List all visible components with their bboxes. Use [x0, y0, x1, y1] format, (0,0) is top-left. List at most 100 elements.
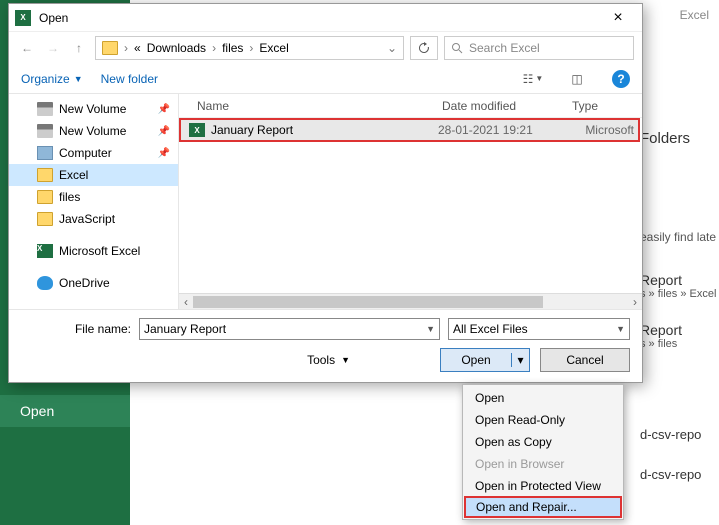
crumb-downloads[interactable]: Downloads	[147, 41, 206, 55]
cancel-button[interactable]: Cancel	[540, 348, 630, 372]
dialog-titlebar: X Open ×	[9, 4, 642, 32]
breadcrumb-bar[interactable]: › « Downloads › files › Excel ⌄	[95, 36, 404, 60]
pin-icon: 📌	[158, 104, 170, 115]
col-type[interactable]: Type	[572, 99, 642, 113]
filename-input[interactable]: January Report ▼	[139, 318, 440, 340]
drive-icon	[37, 124, 53, 138]
back-button[interactable]: ←	[17, 41, 37, 55]
file-name: January Report	[211, 123, 293, 137]
folder-icon	[37, 168, 53, 182]
crumb-excel[interactable]: Excel	[259, 41, 288, 55]
tree-item-computer[interactable]: Computer 📌	[9, 142, 178, 164]
horizontal-scrollbar[interactable]: ‹ ›	[179, 293, 642, 309]
bg-heading-folders: Folders	[640, 130, 690, 147]
chevron-down-icon[interactable]: ▼	[426, 324, 435, 334]
bg-heading-report1: Report	[640, 272, 682, 288]
excel-title: Excel	[680, 8, 709, 22]
new-folder-button[interactable]: New folder	[101, 72, 158, 86]
crumb-files[interactable]: files	[222, 41, 243, 55]
onedrive-icon	[37, 276, 53, 290]
col-date[interactable]: Date modified	[442, 99, 572, 113]
excel-icon: X	[15, 10, 31, 26]
file-type: Microsoft	[568, 123, 638, 137]
refresh-icon	[418, 42, 430, 54]
up-button[interactable]: ↑	[69, 41, 89, 55]
pin-icon: 📌	[158, 148, 170, 159]
bg-path-report1: s » files » Excel	[640, 288, 716, 300]
folder-icon	[37, 212, 53, 226]
close-button[interactable]: ×	[600, 9, 636, 27]
open-dropdown-menu: OpenOpen Read-OnlyOpen as CopyOpen in Br…	[462, 384, 624, 520]
chevron-down-icon: ▼	[616, 324, 625, 334]
dialog-body: New Volume 📌 New Volume 📌 Computer 📌 Excel file…	[9, 94, 642, 310]
menu-item-open-in-protected-view[interactable]: Open in Protected View	[465, 475, 621, 497]
tree-item-onedrive[interactable]: OneDrive	[9, 272, 178, 294]
search-placeholder: Search Excel	[469, 41, 540, 55]
folder-tree: New Volume 📌 New Volume 📌 Computer 📌 Excel file…	[9, 94, 179, 309]
col-name[interactable]: Name	[179, 99, 442, 113]
tree-item-label: files	[59, 190, 80, 204]
folder-icon	[102, 41, 118, 55]
bg-csv-2: d-csv-repo	[640, 467, 701, 482]
file-filter-select[interactable]: All Excel Files ▼	[448, 318, 630, 340]
file-row-january-report[interactable]: X January Report 28-01-2021 19:21 Micros…	[179, 118, 640, 142]
tree-item-new-volume[interactable]: New Volume 📌	[9, 98, 178, 120]
dialog-bottom: File name: January Report ▼ All Excel Fi…	[9, 310, 642, 382]
open-split-button[interactable]: Open ▾	[440, 348, 530, 372]
xl-icon: X	[37, 244, 53, 258]
tree-item-new-volume[interactable]: New Volume 📌	[9, 120, 178, 142]
file-list-pane: Name Date modified Type X January Report…	[179, 94, 642, 309]
tree-item-label: Excel	[59, 168, 88, 182]
chevron-down-icon: ▼	[341, 355, 350, 365]
file-date: 28-01-2021 19:21	[438, 123, 568, 137]
bg-csv-1: d-csv-repo	[640, 427, 701, 442]
bg-path-report2: s » files	[640, 338, 677, 350]
organize-menu[interactable]: Organize▼	[21, 72, 83, 86]
tree-item-microsoft-excel[interactable]: X Microsoft Excel	[9, 240, 178, 262]
search-input[interactable]: Search Excel	[444, 36, 634, 60]
tree-item-javascript[interactable]: JavaScript	[9, 208, 178, 230]
scroll-left-icon[interactable]: ‹	[179, 294, 193, 310]
menu-item-open-and-repair[interactable]: Open and Repair...	[464, 496, 622, 518]
scroll-thumb[interactable]	[193, 296, 543, 308]
chevron-icon: ›	[249, 41, 253, 55]
chevron-down-icon[interactable]: ⌄	[387, 41, 397, 55]
menu-item-open-read-only[interactable]: Open Read-Only	[465, 409, 621, 431]
pc-icon	[37, 146, 53, 160]
menu-item-open-in-browser: Open in Browser	[465, 453, 621, 475]
open-dropdown-arrow[interactable]: ▾	[511, 353, 529, 367]
drive-icon	[37, 102, 53, 116]
bg-text-easy: easily find late	[640, 230, 716, 244]
tree-item-label: OneDrive	[59, 276, 110, 290]
crumb-ellipsis[interactable]: «	[134, 41, 141, 55]
chevron-down-icon: ▼	[74, 74, 83, 84]
forward-button[interactable]: →	[43, 41, 63, 55]
menu-item-open-as-copy[interactable]: Open as Copy	[465, 431, 621, 453]
filename-label: File name:	[21, 322, 131, 336]
backstage-open-item[interactable]: Open	[0, 395, 130, 427]
excel-file-icon: X	[189, 123, 205, 137]
tree-item-excel[interactable]: Excel	[9, 164, 178, 186]
bg-heading-report2: Report	[640, 322, 682, 338]
tree-item-label: New Volume	[59, 124, 126, 138]
view-layout-button[interactable]: ☷▼	[520, 68, 546, 90]
open-dialog: X Open × ← → ↑ › « Downloads › files › E…	[8, 3, 643, 383]
open-button-label: Open	[441, 353, 511, 367]
refresh-button[interactable]	[410, 36, 438, 60]
scroll-right-icon[interactable]: ›	[628, 294, 642, 310]
pin-icon: 📌	[158, 126, 170, 137]
toolbar: Organize▼ New folder ☷▼ ◫ ?	[9, 64, 642, 94]
preview-pane-button[interactable]: ◫	[564, 68, 590, 90]
search-icon	[451, 42, 463, 54]
help-button[interactable]: ?	[612, 70, 630, 88]
tree-item-files[interactable]: files	[9, 186, 178, 208]
folder-icon	[37, 190, 53, 204]
dialog-title: Open	[39, 11, 600, 25]
tree-item-label: New Volume	[59, 102, 126, 116]
tree-item-label: Microsoft Excel	[59, 244, 140, 258]
chevron-icon: ›	[212, 41, 216, 55]
column-headers: Name Date modified Type	[179, 94, 642, 118]
menu-item-open[interactable]: Open	[465, 387, 621, 409]
tools-menu[interactable]: Tools▼	[307, 353, 350, 367]
tree-item-label: Computer	[59, 146, 112, 160]
